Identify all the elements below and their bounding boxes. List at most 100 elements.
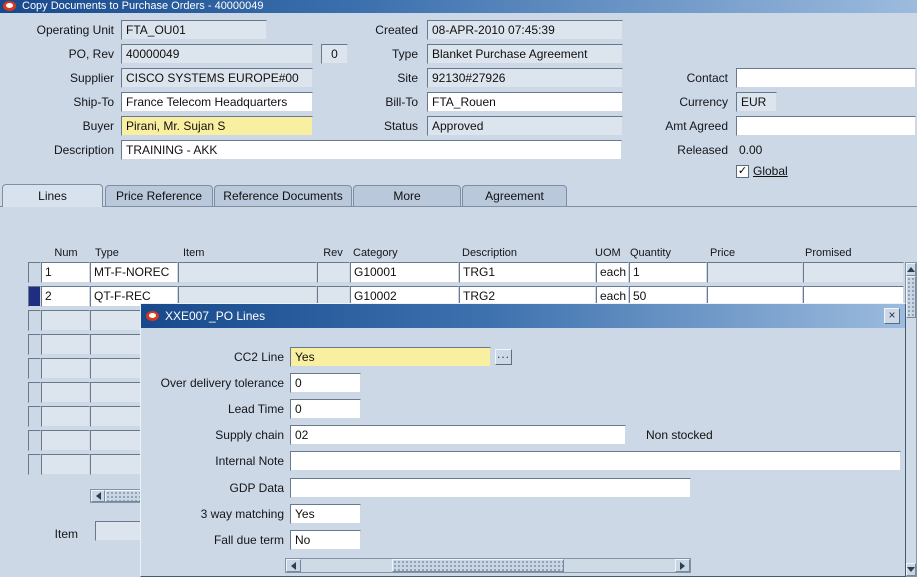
table-row: 1 MT-F-NOREC G10001 TRG1 each 1 xyxy=(0,262,917,283)
app-window: Copy Documents to Purchase Orders - 4000… xyxy=(0,0,917,577)
cell-num xyxy=(41,454,90,475)
cell-num xyxy=(41,406,90,427)
status-field: Approved xyxy=(427,116,623,136)
supply-chain-label: Supply chain xyxy=(215,428,284,442)
cell-price xyxy=(707,262,803,283)
scroll-left-icon xyxy=(291,561,296,570)
record-selector[interactable] xyxy=(28,286,41,307)
description-field[interactable]: TRAINING - AKK xyxy=(121,140,622,160)
three-way-matching-field[interactable]: Yes xyxy=(290,504,361,524)
po-lines-dialog: XXE007_PO Lines × CC2 Line Yes ... Over … xyxy=(140,303,906,577)
cell-rev xyxy=(317,262,350,283)
po-rev-label: PO, Rev xyxy=(68,47,114,61)
currency-label: Currency xyxy=(679,95,728,109)
tab-lines[interactable]: Lines xyxy=(2,184,103,207)
supply-chain-note: Non stocked xyxy=(646,428,713,442)
window-title: Copy Documents to Purchase Orders - 4000… xyxy=(22,0,264,12)
scroll-left-button[interactable] xyxy=(91,490,105,502)
created-label: Created xyxy=(375,23,418,37)
site-label: Site xyxy=(397,71,418,85)
created-field: 08-APR-2010 07:45:39 xyxy=(427,20,623,40)
record-selector[interactable] xyxy=(28,454,41,475)
cell-num[interactable]: 1 xyxy=(41,262,90,283)
cell-num xyxy=(41,334,90,355)
bill-to-field[interactable]: FTA_Rouen xyxy=(427,92,623,112)
released-value: 0.00 xyxy=(739,143,763,157)
gdp-data-field[interactable] xyxy=(290,478,691,498)
cc2-line-lov-button[interactable]: ... xyxy=(495,348,512,365)
cell-num[interactable]: 2 xyxy=(41,286,90,307)
cell-uom[interactable]: each xyxy=(596,262,629,283)
global-checkbox-label: Global xyxy=(753,164,788,178)
tab-agreement[interactable]: Agreement xyxy=(462,185,567,206)
fall-due-term-field[interactable]: No xyxy=(290,530,361,550)
cell-item xyxy=(178,262,317,283)
table-v-scrollbar[interactable] xyxy=(905,262,917,577)
tab-divider xyxy=(0,206,917,207)
tab-reference-documents[interactable]: Reference Documents xyxy=(214,185,352,206)
cell-type[interactable]: MT-F-NOREC xyxy=(90,262,178,283)
record-selector[interactable] xyxy=(28,334,41,355)
internal-note-label: Internal Note xyxy=(215,454,284,468)
scroll-down-icon xyxy=(907,567,915,572)
contact-field[interactable] xyxy=(736,68,916,88)
dialog-titlebar[interactable]: XXE007_PO Lines × xyxy=(141,304,905,328)
po-number-field: 40000049 xyxy=(121,44,313,64)
supplier-label: Supplier xyxy=(69,71,114,85)
oracle-logo-icon xyxy=(146,311,159,321)
dialog-scroll-thumb[interactable] xyxy=(392,559,564,572)
type-label: Type xyxy=(391,47,418,61)
cell-num xyxy=(41,358,90,379)
dialog-close-button[interactable]: × xyxy=(884,308,900,324)
gdp-data-label: GDP Data xyxy=(229,481,284,495)
lead-time-field[interactable]: 0 xyxy=(290,399,361,419)
scroll-right-button[interactable] xyxy=(675,559,690,572)
operating-unit-label: Operating Unit xyxy=(36,23,114,37)
lead-time-label: Lead Time xyxy=(227,402,284,416)
item-footer-label: Item xyxy=(54,527,78,541)
record-selector[interactable] xyxy=(28,358,41,379)
internal-note-field[interactable] xyxy=(290,451,901,471)
column-header-uom: UOM xyxy=(595,247,621,259)
record-selector[interactable] xyxy=(28,430,41,451)
window-titlebar[interactable]: Copy Documents to Purchase Orders - 4000… xyxy=(0,0,917,13)
over-delivery-tolerance-field[interactable]: 0 xyxy=(290,373,361,393)
column-header-item: Item xyxy=(183,247,205,259)
scroll-left-button[interactable] xyxy=(286,559,301,572)
scroll-up-button[interactable] xyxy=(906,263,916,276)
ship-to-field[interactable]: France Telecom Headquarters xyxy=(121,92,313,112)
amt-agreed-field[interactable] xyxy=(736,116,916,136)
buyer-field[interactable]: Pirani, Mr. Sujan S xyxy=(121,116,313,136)
cell-description[interactable]: TRG1 xyxy=(459,262,596,283)
global-checkbox[interactable]: ✓ xyxy=(736,165,749,178)
tab-more[interactable]: More xyxy=(353,185,461,206)
buyer-label: Buyer xyxy=(82,119,114,133)
column-header-description: Description xyxy=(462,247,518,259)
scroll-down-button[interactable] xyxy=(906,563,916,576)
cc2-line-label: CC2 Line xyxy=(233,350,284,364)
cc2-line-field[interactable]: Yes xyxy=(290,347,491,367)
tab-price-reference[interactable]: Price Reference xyxy=(105,185,213,206)
cell-category[interactable]: G10001 xyxy=(350,262,459,283)
supplier-field: CISCO SYSTEMS EUROPE#00 xyxy=(121,68,313,88)
column-header-price: Price xyxy=(710,247,736,259)
bill-to-label: Bill-To xyxy=(385,95,418,109)
dialog-title: XXE007_PO Lines xyxy=(165,309,266,323)
column-header-category: Category xyxy=(353,247,398,259)
v-scroll-thumb[interactable] xyxy=(906,276,916,318)
cell-promised xyxy=(803,262,904,283)
released-label: Released xyxy=(677,143,728,157)
scroll-right-icon xyxy=(680,561,685,570)
dialog-h-scrollbar[interactable] xyxy=(285,558,691,573)
oracle-logo-icon xyxy=(3,1,16,11)
record-selector[interactable] xyxy=(28,406,41,427)
column-header-num: Num xyxy=(54,247,78,259)
type-field: Blanket Purchase Agreement xyxy=(427,44,623,64)
supply-chain-field[interactable]: 02 xyxy=(290,425,626,445)
cell-quantity[interactable]: 1 xyxy=(629,262,707,283)
record-selector[interactable] xyxy=(28,262,41,283)
record-selector[interactable] xyxy=(28,382,41,403)
three-way-matching-label: 3 way matching xyxy=(200,507,284,521)
status-label: Status xyxy=(383,119,418,133)
record-selector[interactable] xyxy=(28,310,41,331)
